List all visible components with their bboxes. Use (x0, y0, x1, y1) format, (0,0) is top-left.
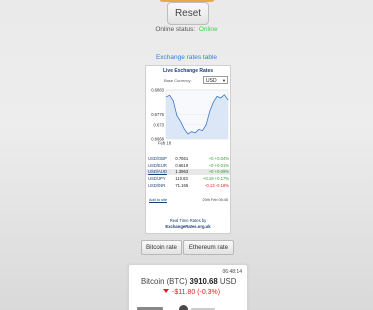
rate-pair: USD/AUD (146, 168, 175, 176)
widget-title: Live Exchange Rates (162, 68, 214, 74)
btc-currency: USD (219, 277, 237, 286)
chart-point (165, 96, 167, 98)
chart-point (216, 96, 218, 97)
footer-line-2: ExchangeRates.org.uk (165, 223, 211, 229)
chart-point (205, 124, 207, 126)
chart-point (180, 121, 181, 122)
rate-change: +0 +0.01% (208, 162, 229, 168)
chart-point (183, 128, 185, 130)
base-currency-value: USD (206, 78, 217, 84)
rate-value: 1.3963 (174, 168, 194, 176)
rate-row[interactable]: USD/JPY 110.83 +0.19 +0.17% (146, 175, 230, 182)
btc-price-value: 3910.68 (189, 277, 218, 286)
y-tick-label: 0.6775 (151, 112, 164, 117)
rate-value: 110.83 (175, 176, 188, 182)
chevron-down-icon: ▼ (222, 78, 226, 83)
exchange-rates-table-link[interactable]: Exchange rates table (0, 54, 373, 61)
rate-change: +0 +0.04% (208, 155, 229, 161)
ethereum-rate-button[interactable]: Ethereum rate (183, 240, 234, 255)
rate-value: 71.165 (175, 183, 189, 189)
reset-button[interactable]: Reset (167, 2, 209, 25)
rate-pair: USD/EUR (148, 162, 167, 168)
online-status-label: Online status: (155, 26, 196, 33)
chart-point (227, 99, 229, 101)
chart-point (202, 130, 203, 131)
chart-point (220, 97, 222, 99)
btc-price-line: Bitcoin (BTC) 3910.68 USD (141, 277, 236, 286)
rate-change: +0.19 +0.17% (202, 176, 229, 182)
widget-date: 20th Feb 06:45 (202, 198, 228, 202)
chart-point (172, 100, 174, 102)
btc-change: -$11.80 (-0.3%) (163, 289, 220, 296)
rates-table: USD/GBP 0.7661 +0 +0.04% USD/EUR 0.6619 +0 +0… (146, 155, 230, 189)
chart-point (176, 115, 178, 117)
btc-timestamp: 06:48:14 (222, 269, 242, 275)
bitcoin-price-card: 06:48:14 Bitcoin (BTC) 3910.68 USD -$11.… (128, 264, 248, 310)
chart-point (209, 110, 211, 112)
chart-point (169, 94, 170, 96)
rate-value: 0.7661 (175, 155, 189, 161)
btc-name: Bitcoin (BTC) (141, 277, 188, 286)
rate-value: 0.6619 (175, 162, 189, 168)
down-arrow-icon (163, 289, 169, 293)
chart-point (213, 101, 214, 103)
rate-change: -0.13 -0.18% (205, 183, 229, 189)
x-tick-label: Feb 18 (158, 141, 172, 146)
rate-row[interactable]: USD/AUD 1.3963 +0 +0.09% (146, 168, 230, 176)
exchange-rates-widget: Live Exchange Rates Base Currency: USD ▼… (145, 65, 231, 234)
chart-point (191, 131, 192, 133)
bitcoin-rate-button[interactable]: Bitcoin rate (141, 240, 182, 255)
rate-pair: USD/INR (148, 183, 166, 189)
chart-point (194, 132, 196, 134)
widget-footer[interactable]: Real Time Rates by ExchangeRates.org.uk (146, 218, 230, 229)
rate-row[interactable]: USD/EUR 0.6619 +0 +0.01% (146, 162, 230, 169)
chart-point (187, 133, 189, 135)
base-currency-label: Base Currency: (164, 78, 192, 83)
chart-point (198, 129, 200, 130)
rate-row[interactable]: USD/INR 71.165 -0.13 -0.18% (146, 182, 230, 189)
rate-row[interactable]: USD/GBP 0.7661 +0 +0.04% (146, 155, 230, 162)
online-status-value: Online (198, 26, 218, 33)
rate-pair: USD/JPY (148, 176, 166, 182)
btc-change-value: -$11.80 (-0.3%) (172, 289, 221, 296)
add-to-site-link[interactable]: Add to site (149, 198, 167, 202)
y-tick-label: 0.6883 (151, 88, 164, 93)
base-currency-select[interactable]: USD ▼ (203, 76, 228, 84)
coin-icon (179, 305, 188, 310)
rate-pair: USD/GBP (148, 155, 167, 161)
y-tick-label: 0.673 (154, 122, 165, 127)
online-status: Online status: Online (0, 26, 373, 33)
exchange-rate-chart: 0.68830.67750.6730.6668Feb 18 (151, 88, 229, 146)
rate-change: +0 +0.09% (193, 168, 230, 176)
chart-point (224, 94, 225, 96)
